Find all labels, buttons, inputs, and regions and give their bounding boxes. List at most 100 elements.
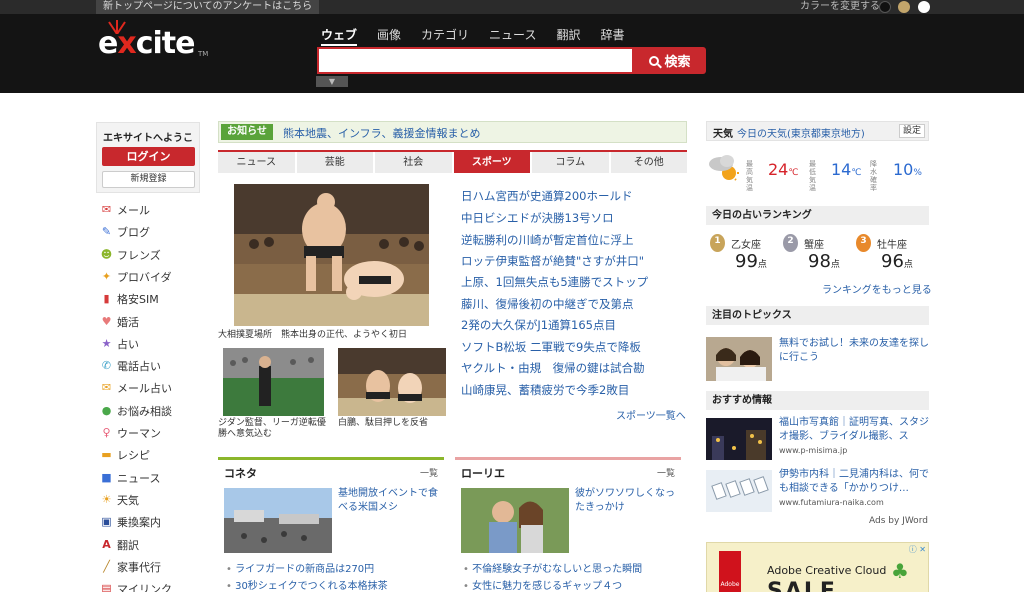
nav-web[interactable]: ウェブ [321, 26, 358, 46]
tab-column[interactable]: コラム [532, 152, 611, 173]
koneta-desc[interactable]: 基地開放イベントで食べる米国メシ [338, 487, 438, 515]
sidebar-item-train[interactable]: ▣ 乗換案内 [100, 514, 161, 530]
weather-location[interactable]: 今日の天気(東京都東京地方) [737, 125, 865, 140]
headline-item[interactable]: 中日ビシエドが決勝13号ソロ [461, 210, 614, 226]
headline-item[interactable]: ヤクルト・由規 復帰の鍵は試合勘 [461, 360, 645, 376]
sidebar-item-couple[interactable]: ♥ 婚活 [100, 314, 139, 330]
sidebar-item-mail[interactable]: ✉ メール [100, 202, 150, 218]
logo-x: x [117, 26, 136, 61]
laurier-link[interactable]: 女性に魅力を感じるギャップ４つ [463, 577, 622, 592]
nav-dictionary[interactable]: 辞書 [600, 26, 624, 46]
notice-link[interactable]: 熊本地震、インフラ、義援金情報まとめ [283, 125, 480, 141]
couple-icon: ♥ [101, 314, 112, 328]
sidebar-item-provider[interactable]: ✦ プロバイダ [100, 269, 172, 285]
adobe-banner-text: Adobe Creative Cloud [767, 564, 887, 577]
sidebar-item-chat[interactable]: ● お悩み相談 [100, 403, 172, 419]
headline-item[interactable]: 逆転勝利の川崎が暫定首位に浮上 [461, 232, 634, 248]
search-dropdown-toggle[interactable]: ▼ [316, 76, 348, 87]
sidebar-item-label: マイリンク [117, 583, 172, 592]
low-temp-value: 14℃ [831, 160, 861, 179]
laurier-link[interactable]: 不倫経験女子がむなしいと思った瞬間 [463, 560, 642, 575]
zidane-caption[interactable]: ジダン監督、リーガ逆転優勝へ意気込む [218, 418, 330, 440]
topics-link[interactable]: 無料でお試し！未来の友達を探しに行こう [779, 337, 931, 365]
sidebar-item-label: ブログ [117, 226, 150, 240]
low-temp-label: 最低気温 [809, 160, 816, 192]
color-swatch-black[interactable] [879, 1, 891, 13]
sidebar-item-pencil[interactable]: ✎ ブログ [100, 224, 150, 240]
topics-photo[interactable] [706, 337, 772, 381]
sidebar-item-recipe[interactable]: ▬ レシピ [100, 447, 150, 463]
tab-other[interactable]: その他 [610, 152, 687, 173]
color-swatch-white[interactable] [918, 1, 930, 13]
sidebar-item-broom[interactable]: ╱ 家事代行 [100, 559, 161, 575]
ad-choices-icon[interactable]: ⓘ ✕ [909, 544, 926, 555]
tab-news[interactable]: ニュース [218, 152, 297, 173]
pencil-icon: ✎ [101, 225, 112, 239]
koneta-link[interactable]: ライフガードの新商品は270円 [226, 560, 374, 575]
ranking-item[interactable]: 1 乙女座 99点 [710, 234, 780, 274]
nav-category[interactable]: カテゴリ [421, 26, 469, 46]
color-change-label: カラーを変更する [800, 1, 880, 12]
adobe-banner[interactable]: Adobe Adobe Creative Cloud SALE ♣ ⓘ ✕ [706, 542, 929, 592]
sidebar-item-woman[interactable]: ♀ ウーマン [100, 425, 161, 441]
koneta-more-link[interactable]: 一覧 [420, 466, 438, 479]
recommend-ad-link[interactable]: 福山市写真館｜証明写真、スタジオ撮影、ブライダル撮影、ス [779, 416, 931, 444]
sumo-main-photo[interactable] [234, 184, 429, 326]
headline-item[interactable]: 藤川、復帰後初の中継ぎで及第点 [461, 296, 634, 312]
more-sports-link[interactable]: スポーツ一覧へ [616, 407, 686, 422]
koneta-link[interactable]: 30秒シェイクでつくれる本格抹茶 [226, 577, 388, 592]
survey-link[interactable]: 新トップページについてのアンケートはこちら [96, 0, 320, 14]
headline-item[interactable]: 2発の大久保がJ1通算165点目 [461, 317, 616, 333]
sidebar-item-mylink[interactable]: ▤ マイリンク [100, 581, 172, 592]
koneta-photo[interactable] [224, 488, 332, 553]
sidebar-item-friends[interactable]: ☻ フレンズ [100, 247, 161, 263]
recommend-header: おすすめ情報 [706, 391, 929, 410]
weather-settings-button[interactable]: 設定 [898, 124, 925, 138]
laurier-photo[interactable] [461, 488, 569, 553]
headline-item[interactable]: ソフトB松坂 二軍戦で9失点で降板 [461, 339, 641, 355]
low-temp-number: 14 [831, 160, 852, 179]
clinic-ad-image[interactable] [706, 470, 772, 512]
ranking-sign: 牡牛座 [877, 240, 907, 251]
headline-item[interactable]: ロッテ伊東監督が絶賛"さすが井口" [461, 253, 644, 269]
star-icon: ★ [101, 336, 112, 350]
sidebar-item-weather[interactable]: ☀ 天気 [100, 492, 139, 508]
excite-logo[interactable]: excite [98, 26, 195, 61]
login-button[interactable]: ログイン [102, 147, 195, 166]
recommend-ad-link[interactable]: 伊勢市内科｜二見浦内科は、何でも相談できる「かかりつけ… [779, 468, 931, 496]
signup-button[interactable]: 新規登録 [102, 171, 195, 188]
headline-item[interactable]: 上原、1回無失点も5連勝でストップ [461, 274, 648, 290]
nav-news[interactable]: ニュース [489, 26, 536, 46]
sidebar-item-news[interactable]: ■ ニュース [100, 470, 160, 486]
friends-icon: ☻ [100, 247, 113, 261]
nav-translate[interactable]: 翻訳 [556, 26, 580, 46]
sidebar-item-translate[interactable]: A 翻訳 [100, 537, 139, 553]
laurier-desc[interactable]: 彼がソワソワしくなったきっかけ [575, 487, 675, 515]
search-button[interactable]: 検索 [634, 47, 706, 74]
photo-studio-ad-image[interactable] [706, 418, 772, 460]
ranking-item[interactable]: 2 蟹座 98点 [783, 234, 853, 274]
sidebar-item-mail-fortune[interactable]: ✉ メール占い [100, 380, 172, 396]
sidebar-item-sim[interactable]: ▮ 格安SIM [100, 291, 159, 307]
hakuho-photo[interactable] [338, 348, 446, 416]
nav-images[interactable]: 画像 [377, 26, 401, 46]
sidebar-item-phone[interactable]: ✆ 電話占い [100, 358, 161, 374]
ranking-more-link[interactable]: ランキングをもっと見る [822, 281, 932, 296]
headline-item[interactable]: 山崎康晃、蓄積疲労で今季2敗目 [461, 382, 629, 398]
main-photo-caption[interactable]: 大相撲夏場所 熊本出身の正代、ようやく初日 [218, 330, 407, 341]
search-input[interactable] [317, 47, 634, 74]
sidebar-item-label: 格安SIM [117, 293, 159, 307]
laurier-more-link[interactable]: 一覧 [657, 466, 675, 479]
ranking-points-unit: 点 [903, 260, 913, 270]
tab-entertainment[interactable]: 芸能 [296, 152, 375, 173]
zidane-photo[interactable] [223, 348, 324, 416]
sidebar-item-star[interactable]: ★ 占い [100, 336, 139, 352]
ads-by-jword[interactable]: Ads by JWord [869, 516, 928, 526]
tab-sports[interactable]: スポーツ [453, 152, 532, 173]
hakuho-caption[interactable]: 白鵬、駄目押しを反省 [338, 418, 428, 429]
top-strip: 新トップページについてのアンケートはこちら カラーを変更する [0, 0, 1024, 14]
tab-society[interactable]: 社会 [375, 152, 454, 173]
color-swatch-gold[interactable] [898, 1, 910, 13]
headline-item[interactable]: 日ハム宮西が史通算200ホールド [461, 188, 632, 204]
ranking-item[interactable]: 3 牡牛座 96点 [856, 234, 926, 274]
